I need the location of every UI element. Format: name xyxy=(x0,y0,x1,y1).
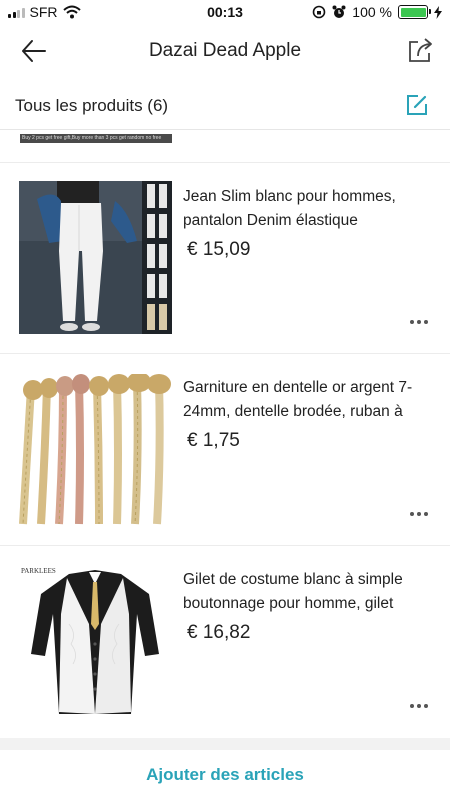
status-bar: SFR 00:13 100 % xyxy=(0,0,450,26)
bottom-separator xyxy=(0,738,450,750)
product-card[interactable]: Garniture en dentelle or argent 7-24mm, … xyxy=(0,354,450,544)
battery-level xyxy=(400,7,426,17)
product-price: € 16,82 xyxy=(187,622,251,643)
battery-icon xyxy=(398,5,431,19)
battery-percent: 100 % xyxy=(352,4,392,20)
edit-icon[interactable] xyxy=(406,94,428,116)
product-card[interactable]: PARKLEES Gilet de costume blanc à simple… xyxy=(0,546,450,736)
page-title: Dazai Dead Apple xyxy=(148,40,302,61)
section-header: Tous les produits (6) xyxy=(0,86,450,130)
section-title: Tous les produits (6) xyxy=(15,96,169,115)
white-vest-photo[interactable]: PARKLEES xyxy=(19,564,172,717)
more-options-icon[interactable] xyxy=(410,512,428,518)
partial-product-banner: Buy 2 pcs get free gift,Buy more than 3 … xyxy=(20,134,172,143)
status-right: 100 % xyxy=(312,4,442,20)
product-title[interactable]: Jean Slim blanc pour hommes, pantalon De… xyxy=(183,185,438,233)
more-options-icon[interactable] xyxy=(410,320,428,326)
product-card[interactable]: Jean Slim blanc pour hommes, pantalon De… xyxy=(0,163,450,353)
rotation-lock-icon xyxy=(312,5,326,19)
product-title[interactable]: Garniture en dentelle or argent 7-24mm, … xyxy=(183,376,438,424)
product-price: € 1,75 xyxy=(187,430,240,451)
product-price: € 15,09 xyxy=(187,239,251,260)
product-image-brand: PARKLEES xyxy=(21,567,56,575)
add-articles-button[interactable]: Ajouter des articles xyxy=(0,750,450,800)
charging-icon xyxy=(434,5,442,19)
more-options-icon[interactable] xyxy=(410,704,428,710)
lace-trim-photo[interactable] xyxy=(19,374,172,527)
share-icon[interactable] xyxy=(406,36,434,64)
alarm-icon xyxy=(332,5,346,18)
white-jeans-photo[interactable] xyxy=(19,181,172,334)
product-title[interactable]: Gilet de costume blanc à simple boutonna… xyxy=(183,568,438,616)
nav-bar: Dazai Dead Apple xyxy=(0,26,450,76)
